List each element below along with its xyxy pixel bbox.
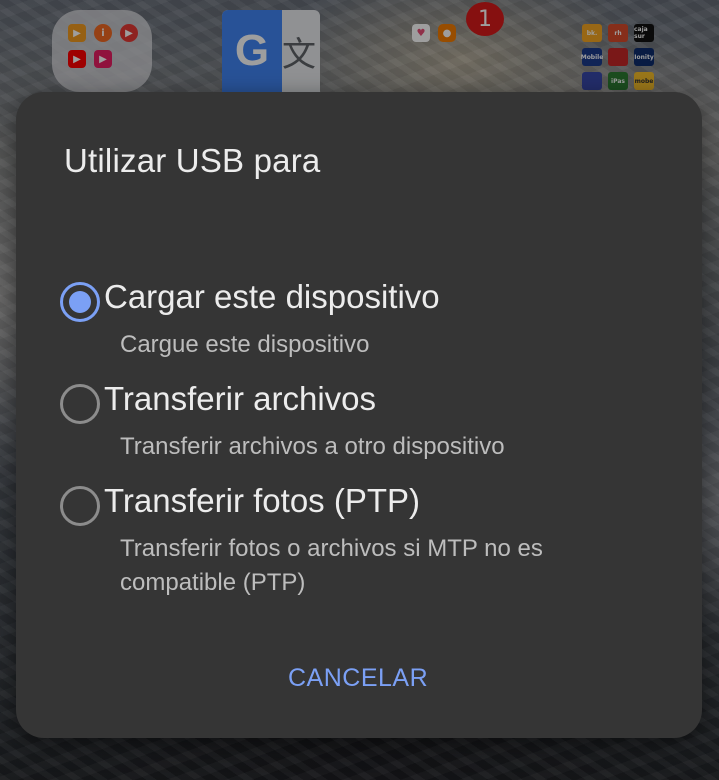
option-label: Transferir archivos bbox=[104, 380, 377, 417]
option-description: Transferir fotos o archivos si MTP no es… bbox=[120, 535, 543, 596]
option-description: Cargue este dispositivo bbox=[120, 331, 370, 358]
dialog-title: Utilizar USB para bbox=[64, 142, 321, 179]
option-label: Cargar este dispositivo bbox=[104, 278, 440, 315]
option-charge-device[interactable]: Cargar este dispositivo Cargue este disp… bbox=[60, 278, 680, 368]
option-transfer-photos[interactable]: Transferir fotos (PTP) Transferir fotos … bbox=[60, 482, 680, 602]
option-description: Transferir archivos a otro dispositivo bbox=[120, 433, 505, 460]
option-transfer-files[interactable]: Transferir archivos Transferir archivos … bbox=[60, 380, 680, 470]
cancel-button[interactable]: CANCELAR bbox=[288, 664, 428, 693]
radio-button-icon[interactable] bbox=[60, 486, 100, 526]
radio-button-checked-icon[interactable] bbox=[60, 282, 100, 322]
usb-mode-dialog: Utilizar USB para Cargar este dispositiv… bbox=[16, 92, 702, 738]
radio-button-icon[interactable] bbox=[60, 384, 100, 424]
option-label: Transferir fotos (PTP) bbox=[104, 482, 420, 519]
